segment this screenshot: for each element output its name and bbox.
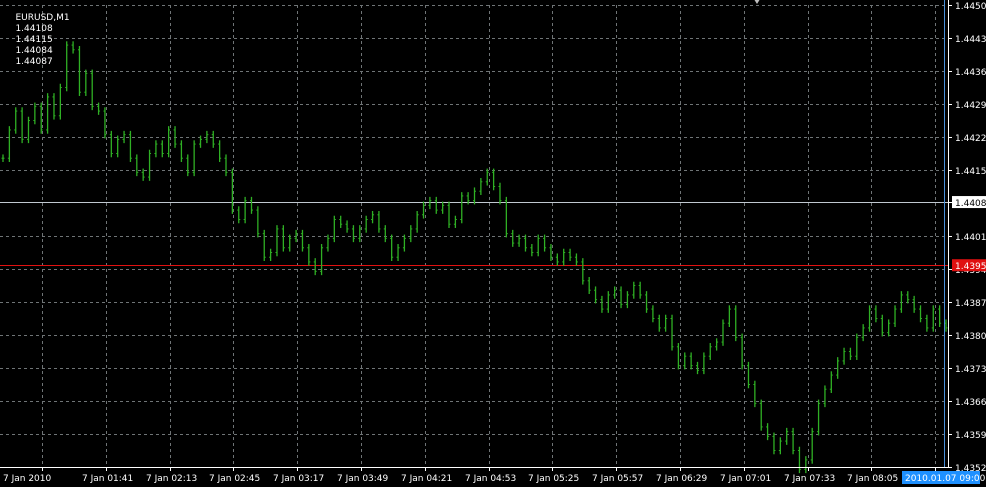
y-tick-label: 1.44435 [955, 35, 986, 45]
x-tick-label: 7 Jan 02:45 [209, 474, 260, 484]
x-tick-label: 7 Jan 07:01 [720, 474, 771, 484]
x-tick-label: 7 Jan 05:25 [528, 474, 579, 484]
x-tick-label: 7 Jan 03:17 [273, 474, 324, 484]
y-tick-label: 1.43735 [955, 365, 986, 375]
symbol-label: EURUSD,M1 [15, 13, 70, 23]
y-tick-label: 1.44015 [955, 233, 986, 243]
x-tick-label: 7 Jan 07:33 [784, 474, 835, 484]
x-tick-label: 7 Jan 06:29 [656, 474, 708, 484]
x-tick-label: 7 Jan 02:13 [146, 474, 197, 484]
x-tick-label: 7 Jan 08:05 [847, 474, 898, 484]
y-tick-label: 1.43665 [955, 398, 986, 408]
y-tick-label: 1.43875 [955, 299, 986, 309]
y-tick-label: 1.44365 [955, 68, 986, 78]
x-tick-label: 7 Jan 05:57 [592, 474, 643, 484]
close-value: 1.44087 [15, 57, 53, 67]
y-tick-label: 1.43595 [955, 431, 986, 441]
open-value: 1.44108 [15, 24, 53, 34]
price-chart-svg[interactable]: 1.44505 1.44435 1.44365 1.44295 1.44225 1.441… [0, 0, 986, 487]
y-tick-label: 1.44505 [955, 2, 986, 12]
x-tick-label: 7 Jan 04:21 [401, 474, 452, 484]
chart[interactable]: 1.44505 1.44435 1.44365 1.44295 1.44225 1.441… [0, 0, 986, 487]
high-value: 1.44115 [15, 35, 53, 45]
x-tick-label: 7 Jan 04:53 [465, 474, 516, 484]
low-value: 1.44084 [15, 46, 53, 56]
marked-level-label: 1.43953 [955, 262, 986, 272]
y-tick-label: 1.44155 [955, 167, 986, 177]
symbol-ohlc-header: EURUSD,M1 1.44108 1.44115 1.44084 1.4408… [4, 2, 74, 79]
y-tick-label: 1.44295 [955, 101, 986, 111]
y-tick-label: 1.44087 [955, 199, 986, 209]
y-tick-label: 1.44225 [955, 134, 986, 144]
x-tick-label: 7 Jan 01:41 [82, 474, 133, 484]
crosshair-time-label: 2010.01.07 09:00 [905, 474, 986, 484]
y-tick-label: 1.43805 [955, 332, 986, 342]
x-tick-label: 7 Jan 2010 [3, 474, 51, 484]
x-tick-label: 7 Jan 03:49 [337, 474, 389, 484]
chart-shift-marker-icon[interactable] [752, 0, 762, 4]
